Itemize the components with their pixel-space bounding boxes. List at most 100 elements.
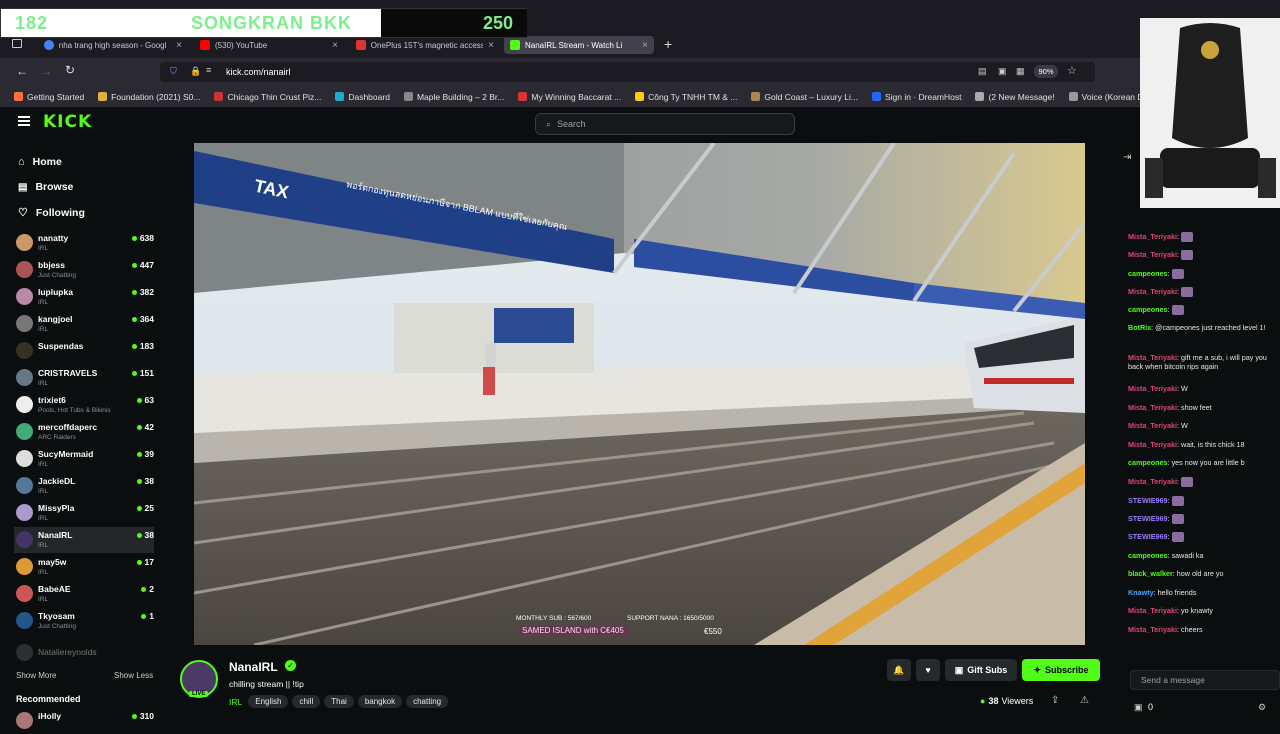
forward-icon[interactable]: → xyxy=(40,64,52,78)
overlay-title: SONGKRAN BKK xyxy=(191,13,353,33)
followed-channel-cristravels[interactable]: CRISTRAVELS IRL 151 xyxy=(14,365,154,391)
bookmark-item[interactable]: Sign in · DreamHost xyxy=(871,92,961,102)
chat-username[interactable]: Mista_Teriyaki xyxy=(1128,287,1177,296)
nav-browse[interactable]: ▤ Browse xyxy=(18,181,73,193)
followed-channel-nanatty[interactable]: nanatty IRL 638 xyxy=(14,230,154,256)
new-tab-icon[interactable]: + xyxy=(664,36,672,52)
followed-channel-mercoffdaperc[interactable]: mercoffdaperc ARC Raiders 42 xyxy=(14,419,154,445)
chat-settings-icon[interactable]: ⚙ xyxy=(1258,702,1266,713)
tag-chatting[interactable]: chatting xyxy=(406,695,449,708)
streamer-name[interactable]: NanaIRL xyxy=(229,660,278,674)
notification-bell-button[interactable]: 🔔 xyxy=(887,659,911,681)
followed-channel-jackiedl[interactable]: JackieDL IRL 38 xyxy=(14,473,154,499)
subscribe-button[interactable]: ✦ Subscribe xyxy=(1022,659,1100,681)
chat-username[interactable]: black_walker xyxy=(1128,569,1173,578)
browser-tab-kick[interactable]: NanaIRL Stream - Watch Li × xyxy=(504,36,654,54)
bookmark-item[interactable]: Maple Building – 2 Br... xyxy=(403,92,504,102)
pip-icon[interactable]: ▣ xyxy=(998,66,1007,77)
reader-view-icon[interactable]: ▤ xyxy=(978,66,987,77)
nav-home[interactable]: ⌂ Home xyxy=(18,156,62,168)
shield-icon[interactable]: ⛉ xyxy=(170,66,177,77)
recommended-channel[interactable]: iHolly 310 xyxy=(14,708,154,734)
chat-username[interactable]: Mista_Teriyaki xyxy=(1128,384,1177,393)
chat-username[interactable]: campeones xyxy=(1128,458,1168,467)
bookmark-star-icon[interactable]: ☆ xyxy=(1067,64,1077,77)
bookmark-item[interactable]: Chicago Thin Crust Piz... xyxy=(214,92,321,102)
lock-icon[interactable]: 🔒 xyxy=(190,66,201,77)
chat-username[interactable]: Mista_Teriyaki xyxy=(1128,250,1177,259)
bookmark-item[interactable]: Getting Started xyxy=(14,92,84,102)
search-input[interactable]: ⌕ Search xyxy=(535,113,795,135)
chat-username[interactable]: campeones xyxy=(1128,305,1168,314)
chat-username[interactable]: Mista_Teriyaki xyxy=(1128,421,1177,430)
bookmark-item[interactable]: My Winning Baccarat ... xyxy=(518,92,621,102)
chat-username[interactable]: STEWIE969 xyxy=(1128,514,1168,523)
browser-tab-youtube[interactable]: (530) YouTube × xyxy=(194,36,344,54)
tag-english[interactable]: English xyxy=(248,695,289,708)
chat-username[interactable]: BotRix xyxy=(1128,323,1151,332)
menu-icon[interactable] xyxy=(18,116,30,126)
points-icon[interactable]: ▣ xyxy=(1134,702,1143,713)
offline-channel[interactable]: Nataliereynolds xyxy=(14,640,154,666)
bookmark-item[interactable]: Foundation (2021) S0... xyxy=(98,92,200,102)
chat-username[interactable]: campeones xyxy=(1128,551,1168,560)
bookmark-item[interactable]: Công Ty TNHH TM & ... xyxy=(635,92,737,102)
chat-username[interactable]: Mista_Teriyaki xyxy=(1128,232,1177,241)
chat-username[interactable]: Mista_Teriyaki xyxy=(1128,353,1177,362)
browser-tab-oneplus[interactable]: OnePlus 15T's magnetic access × xyxy=(350,36,500,54)
chat-username[interactable]: campeones xyxy=(1128,269,1168,278)
followed-channel-babeae[interactable]: BabeAE IRL 2 xyxy=(14,581,154,607)
chat-username[interactable]: STEWIE969 xyxy=(1128,532,1168,541)
chat-username[interactable]: Mista_Teriyaki xyxy=(1128,625,1177,634)
video-player[interactable]: TAX พอร์ตกองทุนลดหย่อนภาษีจาก BBLAM แบบท… xyxy=(194,143,1085,645)
report-icon[interactable]: ⚠ xyxy=(1080,695,1089,706)
close-tab-icon[interactable]: × xyxy=(642,40,648,51)
followed-channel-luplupka[interactable]: luplupka IRL 382 xyxy=(14,284,154,310)
url-text[interactable]: kick.com/nanairl xyxy=(226,67,291,77)
followed-channel-tkyosam[interactable]: Tkyosam Just Chatting 1 xyxy=(14,608,154,634)
bookmark-item[interactable]: (2 New Message! xyxy=(975,92,1055,102)
followed-channel-suspendas[interactable]: Suspendas 183 xyxy=(14,338,154,364)
tag-thai[interactable]: Thai xyxy=(324,695,354,708)
show-more-link[interactable]: Show More xyxy=(16,671,56,680)
chat-username[interactable]: Mista_Teriyaki xyxy=(1128,403,1177,412)
browser-tab-google[interactable]: nha trang high season - Googl × xyxy=(38,36,188,54)
followed-channel-may5w[interactable]: may5w IRL 17 xyxy=(14,554,154,580)
kick-logo[interactable]: KICK xyxy=(43,112,92,132)
bookmark-item[interactable]: Dashboard xyxy=(335,92,390,102)
page-info-icon[interactable]: ≡ xyxy=(206,65,211,75)
tab-list-icon[interactable] xyxy=(12,39,22,48)
zoom-level[interactable]: 90% xyxy=(1034,65,1058,78)
close-tab-icon[interactable]: × xyxy=(488,40,494,51)
bookmark-item[interactable]: Gold Coast – Luxury Li... xyxy=(751,92,858,102)
followed-channel-nanairl[interactable]: NanaIRL IRL 38 xyxy=(14,527,154,553)
gift-subs-button[interactable]: ▣ Gift Subs xyxy=(945,659,1017,681)
follow-button[interactable]: ♥ xyxy=(916,659,940,681)
followed-channel-sucymermaid[interactable]: SucyMermaid IRL 39 xyxy=(14,446,154,472)
chat-username[interactable]: Knawty xyxy=(1128,588,1154,597)
emote-icon xyxy=(1181,477,1194,488)
stream-category[interactable]: IRL xyxy=(229,697,242,707)
collapse-chat-icon[interactable]: ⇥ xyxy=(1123,152,1131,163)
url-bar[interactable]: ⛉ 🔒 ≡ kick.com/nanairl ▤ ▣ ▦ 90% ☆ xyxy=(160,62,1095,82)
close-tab-icon[interactable]: × xyxy=(332,40,338,51)
share-icon[interactable]: ⇪ xyxy=(1051,695,1059,706)
reload-icon[interactable]: ↻ xyxy=(65,63,75,77)
chat-username[interactable]: Mista_Teriyaki xyxy=(1128,440,1177,449)
close-tab-icon[interactable]: × xyxy=(176,40,182,51)
chat-input[interactable]: Send a message xyxy=(1130,670,1280,690)
screenshot-icon[interactable]: ▦ xyxy=(1016,66,1025,77)
followed-channel-trixiet6[interactable]: trixiet6 Pools, Hot Tubs & Bikinis 63 xyxy=(14,392,154,418)
nav-following[interactable]: ♡ Following xyxy=(18,206,85,220)
followed-channel-missypla[interactable]: MissyPla IRL 25 xyxy=(14,500,154,526)
chat-username[interactable]: Mista_Teriyaki xyxy=(1128,606,1177,615)
chat-username[interactable]: Mista_Teriyaki xyxy=(1128,477,1177,486)
followed-channel-kangjoel[interactable]: kangjoel IRL 364 xyxy=(14,311,154,337)
back-icon[interactable]: ← xyxy=(16,64,28,78)
show-less-link[interactable]: Show Less xyxy=(114,671,153,680)
followed-channel-bbjess[interactable]: bbjess Just Chatting 447 xyxy=(14,257,154,283)
chat-username[interactable]: STEWIE969 xyxy=(1128,496,1168,505)
overlay-left-number: 182 xyxy=(15,13,49,33)
tag-bangkok[interactable]: bangkok xyxy=(357,695,403,708)
tag-chill[interactable]: chill xyxy=(292,695,321,708)
